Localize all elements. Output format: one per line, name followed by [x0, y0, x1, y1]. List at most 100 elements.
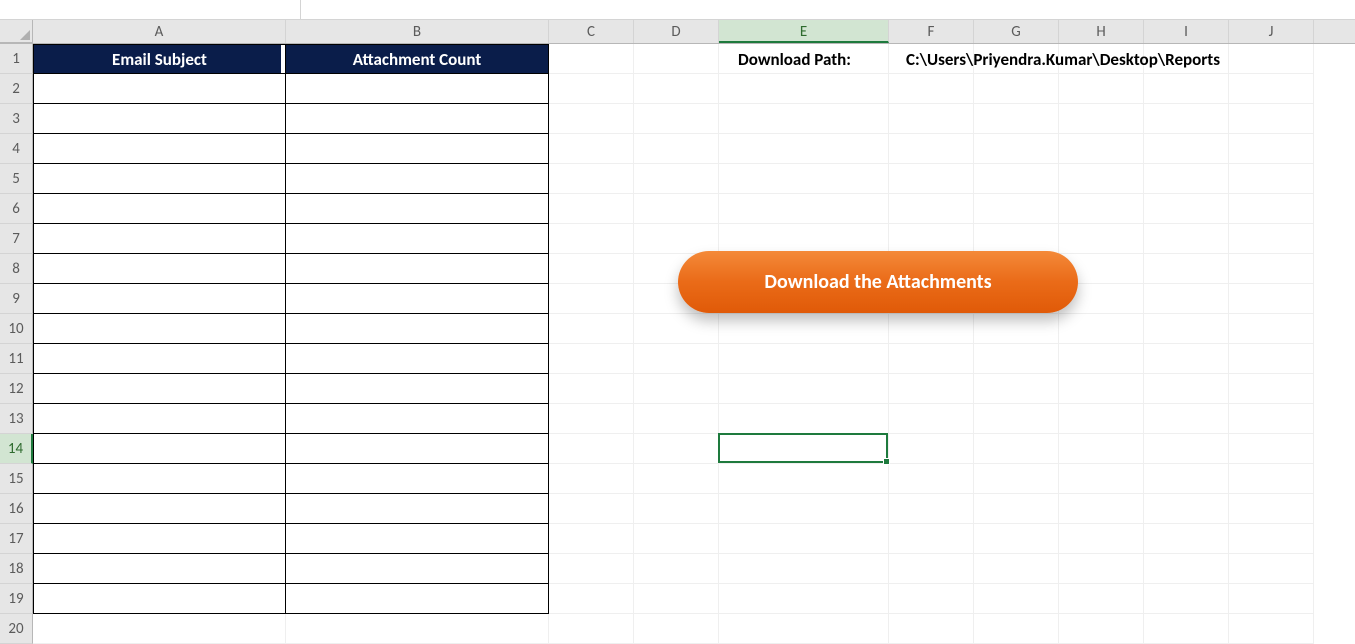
cell-G5[interactable]: [974, 164, 1059, 194]
cell-I12[interactable]: [1144, 374, 1229, 404]
cell-I4[interactable]: [1144, 134, 1229, 164]
cell-C4[interactable]: [549, 134, 634, 164]
row-header-18[interactable]: 18: [0, 554, 33, 584]
cell-G15[interactable]: [974, 464, 1059, 494]
cell-C16[interactable]: [549, 494, 634, 524]
row-header-8[interactable]: 8: [0, 254, 33, 284]
cell-H18[interactable]: [1059, 554, 1144, 584]
cell-C11[interactable]: [549, 344, 634, 374]
cell-J10[interactable]: [1229, 314, 1314, 344]
column-header-B[interactable]: B: [286, 20, 549, 43]
cell-A16[interactable]: [33, 494, 286, 524]
cell-H14[interactable]: [1059, 434, 1144, 464]
row-header-14[interactable]: 14: [0, 434, 33, 464]
cell-D4[interactable]: [634, 134, 719, 164]
cell-C7[interactable]: [549, 224, 634, 254]
cell-I5[interactable]: [1144, 164, 1229, 194]
cell-H10[interactable]: [1059, 314, 1144, 344]
cell-J7[interactable]: [1229, 224, 1314, 254]
cell-A7[interactable]: [33, 224, 286, 254]
cell-B7[interactable]: [286, 224, 549, 254]
cell-E16[interactable]: [719, 494, 889, 524]
cell-C10[interactable]: [549, 314, 634, 344]
cell-I14[interactable]: [1144, 434, 1229, 464]
column-header-C[interactable]: C: [549, 20, 634, 43]
cell-B19[interactable]: [286, 584, 549, 614]
cell-E13[interactable]: [719, 404, 889, 434]
cell-H17[interactable]: [1059, 524, 1144, 554]
cell-I16[interactable]: [1144, 494, 1229, 524]
cell-D18[interactable]: [634, 554, 719, 584]
row-header-11[interactable]: 11: [0, 344, 33, 374]
cell-I3[interactable]: [1144, 104, 1229, 134]
cell-H12[interactable]: [1059, 374, 1144, 404]
cell-J15[interactable]: [1229, 464, 1314, 494]
cell-B14[interactable]: [286, 434, 549, 464]
cell-J11[interactable]: [1229, 344, 1314, 374]
column-header-F[interactable]: F: [889, 20, 974, 43]
cell-A15[interactable]: [33, 464, 286, 494]
cell-G7[interactable]: [974, 224, 1059, 254]
cell-A19[interactable]: [33, 584, 286, 614]
cell-G6[interactable]: [974, 194, 1059, 224]
cell-I1[interactable]: [1144, 44, 1229, 74]
cell-A13[interactable]: [33, 404, 286, 434]
cell-F2[interactable]: [889, 74, 974, 104]
cell-G18[interactable]: [974, 554, 1059, 584]
cell-H15[interactable]: [1059, 464, 1144, 494]
column-header-I[interactable]: I: [1144, 20, 1229, 43]
cell-F6[interactable]: [889, 194, 974, 224]
cell-I15[interactable]: [1144, 464, 1229, 494]
cell-D16[interactable]: [634, 494, 719, 524]
cell-A5[interactable]: [33, 164, 286, 194]
cell-A11[interactable]: [33, 344, 286, 374]
cell-F3[interactable]: [889, 104, 974, 134]
row-header-10[interactable]: 10: [0, 314, 33, 344]
row-header-3[interactable]: 3: [0, 104, 33, 134]
cell-F14[interactable]: [889, 434, 974, 464]
cell-E11[interactable]: [719, 344, 889, 374]
cell-A10[interactable]: [33, 314, 286, 344]
cell-G2[interactable]: [974, 74, 1059, 104]
cell-B12[interactable]: [286, 374, 549, 404]
cell-J20[interactable]: [1229, 614, 1314, 644]
cell-D20[interactable]: [634, 614, 719, 644]
cell-H7[interactable]: [1059, 224, 1144, 254]
row-header-2[interactable]: 2: [0, 74, 33, 104]
column-header-H[interactable]: H: [1059, 20, 1144, 43]
column-header-J[interactable]: J: [1229, 20, 1314, 43]
cell-E6[interactable]: [719, 194, 889, 224]
cell-C17[interactable]: [549, 524, 634, 554]
cell-F18[interactable]: [889, 554, 974, 584]
cell-H11[interactable]: [1059, 344, 1144, 374]
cell-J4[interactable]: [1229, 134, 1314, 164]
cell-C3[interactable]: [549, 104, 634, 134]
cell-J6[interactable]: [1229, 194, 1314, 224]
cell-I2[interactable]: [1144, 74, 1229, 104]
cell-J8[interactable]: [1229, 254, 1314, 284]
cell-G12[interactable]: [974, 374, 1059, 404]
row-header-6[interactable]: 6: [0, 194, 33, 224]
cell-H19[interactable]: [1059, 584, 1144, 614]
cell-E1[interactable]: [719, 44, 889, 74]
row-header-20[interactable]: 20: [0, 614, 33, 644]
cell-E7[interactable]: [719, 224, 889, 254]
cell-A20[interactable]: [33, 614, 286, 644]
cell-A9[interactable]: [33, 284, 286, 314]
cell-F5[interactable]: [889, 164, 974, 194]
cell-D6[interactable]: [634, 194, 719, 224]
cell-J2[interactable]: [1229, 74, 1314, 104]
cell-D14[interactable]: [634, 434, 719, 464]
cell-E19[interactable]: [719, 584, 889, 614]
cell-J3[interactable]: [1229, 104, 1314, 134]
cell-I13[interactable]: [1144, 404, 1229, 434]
cell-D3[interactable]: [634, 104, 719, 134]
row-header-4[interactable]: 4: [0, 134, 33, 164]
cell-D19[interactable]: [634, 584, 719, 614]
cell-C20[interactable]: [549, 614, 634, 644]
download-attachments-button[interactable]: Download the Attachments: [678, 251, 1078, 313]
cell-G3[interactable]: [974, 104, 1059, 134]
cell-A1[interactable]: Email Subject: [33, 44, 286, 74]
cell-H3[interactable]: [1059, 104, 1144, 134]
cell-B8[interactable]: [286, 254, 549, 284]
